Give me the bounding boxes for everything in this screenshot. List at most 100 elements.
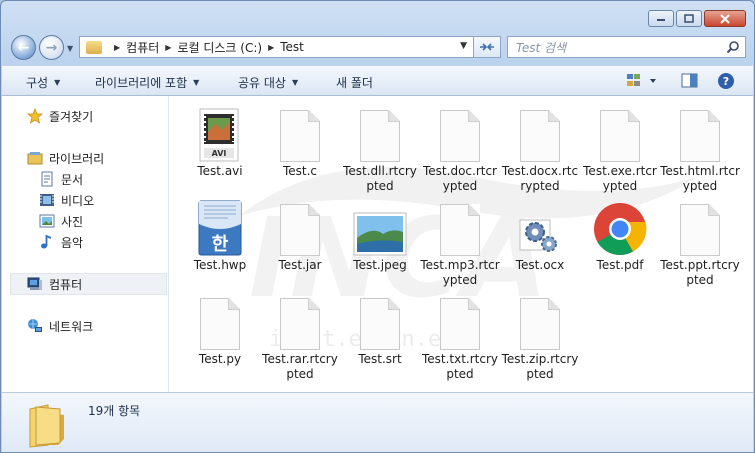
file-item[interactable]: Test.doc.rtcrypted xyxy=(420,106,500,194)
svg-text:?: ? xyxy=(723,75,729,88)
file-name: Test.doc.rtcrypted xyxy=(423,164,497,193)
organize-menu[interactable]: 구성 ▼ xyxy=(26,74,60,91)
library-icon xyxy=(27,150,43,166)
file-name: Test.html.rtcrypted xyxy=(660,164,740,193)
file-name: Test.rar.rtcrypted xyxy=(262,352,338,381)
nav-libraries[interactable]: 라이브러리 xyxy=(27,148,104,168)
file-name: Test.ppt.rtcrypted xyxy=(660,258,740,287)
blank-file-icon xyxy=(272,200,328,256)
file-item[interactable]: Test.jpeg xyxy=(340,200,420,273)
back-button[interactable]: ← xyxy=(11,35,36,60)
file-item[interactable]: Test.docx.rtcrypted xyxy=(500,106,580,194)
nav-favorites-label: 즐겨찾기 xyxy=(49,109,94,124)
blank-file-icon xyxy=(592,106,648,162)
file-item[interactable]: Test.html.rtcrypted xyxy=(660,106,740,194)
file-name: Test.docx.rtcrypted xyxy=(501,164,579,193)
maximize-button[interactable] xyxy=(676,10,702,27)
breadcrumb-computer[interactable]: 컴퓨터 xyxy=(126,39,159,56)
chevron-down-icon: ▼ xyxy=(291,78,299,87)
change-view-button[interactable] xyxy=(626,72,658,93)
file-name: Test.srt xyxy=(358,352,402,366)
back-arrow-icon: ← xyxy=(17,39,30,56)
minimize-button[interactable] xyxy=(648,10,674,27)
folder-icon xyxy=(29,404,64,448)
file-item[interactable]: 한 Test.hwp xyxy=(180,200,260,273)
nav-computer[interactable]: 컴퓨터 xyxy=(10,273,167,295)
file-name: Test.jar xyxy=(278,258,322,272)
breadcrumb-arrow-icon[interactable]: ▶ xyxy=(165,43,171,52)
recent-pages-dropdown[interactable]: ▼ xyxy=(67,44,73,53)
nav-documents-label: 문서 xyxy=(61,172,84,187)
address-dropdown-icon[interactable]: ▼ xyxy=(460,41,467,51)
nav-videos-label: 비디오 xyxy=(61,193,95,208)
nav-pictures[interactable]: 사진 xyxy=(39,211,83,231)
forward-button[interactable]: → xyxy=(39,35,64,60)
file-item[interactable]: AVI Test.avi xyxy=(180,106,260,179)
file-item[interactable]: Test.jar xyxy=(260,200,340,273)
blank-file-icon xyxy=(512,294,568,350)
search-input[interactable]: Test 검색 xyxy=(507,36,746,58)
document-icon xyxy=(39,171,55,187)
explorer-window: ← → ▼ ▶ 컴퓨터 ▶ 로컬 디스크 (C:) ▶ Test ▼ Test … xyxy=(0,0,755,453)
gear-settings-icon xyxy=(512,200,568,256)
file-item[interactable]: Test.txt.rtcrypted xyxy=(420,294,500,382)
item-count: 19개 항목 xyxy=(88,404,141,418)
close-button[interactable] xyxy=(704,10,746,27)
refresh-button[interactable] xyxy=(474,36,501,58)
new-folder-button[interactable]: 새 폴더 xyxy=(336,74,373,91)
new-folder-label: 새 폴더 xyxy=(336,76,373,90)
file-item[interactable]: Test.py xyxy=(180,294,260,367)
maximize-icon xyxy=(684,14,694,23)
preview-pane-icon xyxy=(681,73,698,88)
include-in-library-menu[interactable]: 라이브러리에 포함 ▼ xyxy=(95,74,199,91)
organize-label: 구성 xyxy=(26,76,49,90)
file-name: Test.zip.rtcrypted xyxy=(501,352,579,381)
file-item[interactable]: Test.dll.rtcrypted xyxy=(340,106,420,194)
file-item[interactable]: Test.mp3.rtcrypted xyxy=(420,200,500,288)
search-icon[interactable] xyxy=(726,40,740,54)
view-options-icon xyxy=(627,74,656,86)
network-icon xyxy=(27,318,43,334)
file-item[interactable]: Test.pdf xyxy=(580,200,660,273)
preview-pane-button[interactable] xyxy=(681,72,699,93)
svg-text:한: 한 xyxy=(212,234,229,255)
nav-network[interactable]: 네트워크 xyxy=(27,316,93,336)
search-placeholder: Test 검색 xyxy=(516,40,567,55)
file-item[interactable]: Test.ocx xyxy=(500,200,580,273)
nav-videos[interactable]: 비디오 xyxy=(39,190,94,210)
file-item[interactable]: Test.c xyxy=(260,106,340,179)
help-button[interactable]: ? xyxy=(717,72,735,93)
file-item[interactable]: Test.exe.rtcrypted xyxy=(580,106,660,194)
minimize-icon xyxy=(657,18,665,21)
refresh-icon xyxy=(480,43,494,51)
avi-video-icon: AVI xyxy=(192,106,248,162)
breadcrumb-test[interactable]: Test xyxy=(280,40,304,54)
breadcrumb-arrow-icon[interactable]: ▶ xyxy=(114,43,120,52)
blank-file-icon xyxy=(512,106,568,162)
breadcrumb-arrow-icon[interactable]: ▶ xyxy=(268,43,274,52)
nav-music[interactable]: 음악 xyxy=(39,232,83,252)
blank-file-icon xyxy=(272,106,328,162)
file-name: Test.pdf xyxy=(596,258,644,272)
file-item[interactable]: Test.zip.rtcrypted xyxy=(500,294,580,382)
address-bar[interactable]: ▶ 컴퓨터 ▶ 로컬 디스크 (C:) ▶ Test ▼ xyxy=(79,36,474,58)
share-with-menu[interactable]: 공유 대상 ▼ xyxy=(238,74,298,91)
nav-music-label: 음악 xyxy=(61,235,84,250)
nav-pictures-label: 사진 xyxy=(61,214,84,229)
file-name: Test.py xyxy=(198,352,242,366)
file-item[interactable]: Test.srt xyxy=(340,294,420,367)
file-item[interactable]: Test.ppt.rtcrypted xyxy=(660,200,740,288)
breadcrumb-local-disk[interactable]: 로컬 디스크 (C:) xyxy=(177,39,262,56)
nav-documents[interactable]: 문서 xyxy=(39,169,83,189)
close-icon xyxy=(720,13,730,24)
file-name: Test.exe.rtcrypted xyxy=(583,164,657,193)
file-item[interactable]: Test.rar.rtcrypted xyxy=(260,294,340,382)
nav-favorites[interactable]: 즐겨찾기 xyxy=(27,106,93,126)
file-name: Test.c xyxy=(282,164,318,178)
blank-file-icon xyxy=(352,106,408,162)
nav-libraries-label: 라이브러리 xyxy=(49,151,105,166)
computer-icon xyxy=(27,276,43,292)
chevron-down-icon: ▼ xyxy=(54,78,61,87)
window-caption-buttons xyxy=(648,10,746,27)
blank-file-icon xyxy=(432,106,488,162)
